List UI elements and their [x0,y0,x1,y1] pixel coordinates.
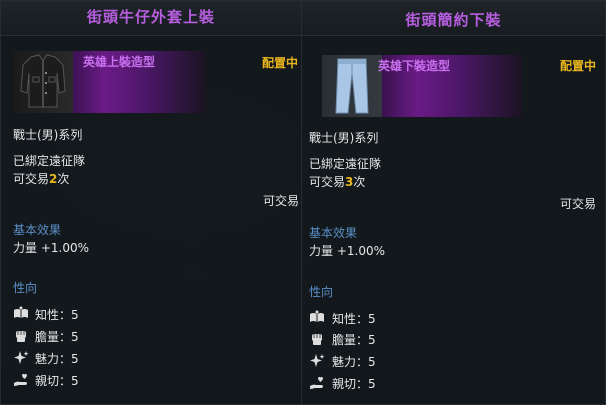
fist-icon [13,328,29,344]
item-type-label: 英雄上裝造型 [83,55,156,69]
stat-charm: 魅力：5 [332,355,376,369]
bound-text: 已綁定遠征隊 [13,154,86,168]
tooltip-header: 街頭牛仔外套上裝 [1,1,301,36]
item-title: 街頭牛仔外套上裝 [86,8,215,26]
pants-icon [322,55,382,117]
effect-text: 力量 +1.00% [309,244,385,258]
tradeable-text: 可交易 [263,194,300,208]
sparkle-icon [13,350,29,366]
stat-kindness: 親切：5 [35,374,79,388]
item-tooltip-left: 街頭牛仔外套上裝 英雄上裝造型 配置中 戰士(男)系列 已綁定遠征隊 可交易2次… [0,0,302,405]
hand-icon [309,375,325,391]
item-title: 街頭簡約下裝 [405,11,502,29]
basic-effect-header: 基本效果 [13,223,62,237]
equipped-label: 配置中 [262,56,299,70]
sparkle-icon [309,353,325,369]
tooltip-header: 街頭簡約下裝 [302,1,605,36]
basic-effect-header: 基本效果 [309,226,358,240]
stat-intellect: 知性：5 [332,312,376,326]
hand-icon [13,372,29,388]
effect-text: 力量 +1.00% [13,241,89,255]
equipped-label: 配置中 [560,59,597,73]
item-banner-right: 英雄下裝造型 [322,55,522,117]
trade-count-text: 可交易3次 [309,175,366,189]
book-icon [13,306,29,322]
trade-count-text: 可交易2次 [13,172,70,186]
tradeable-text: 可交易 [560,197,597,211]
item-banner: 英雄上裝造型 [13,51,205,113]
stat-courage: 膽量：5 [332,333,376,347]
book-icon [309,310,325,326]
tendency-header: 性向 [309,285,334,299]
bound-text: 已綁定遠征隊 [309,157,382,171]
jacket-icon [13,51,73,113]
stat-charm: 魅力：5 [35,352,79,366]
stat-courage: 膽量：5 [35,330,79,344]
item-type-label: 英雄下裝造型 [378,59,451,73]
tendency-header: 性向 [13,281,38,295]
stat-intellect: 知性：5 [35,308,79,322]
fist-icon [309,331,325,347]
stat-kindness: 親切：5 [332,377,376,391]
series-text: 戰士(男)系列 [13,128,83,142]
series-text: 戰士(男)系列 [309,131,379,145]
